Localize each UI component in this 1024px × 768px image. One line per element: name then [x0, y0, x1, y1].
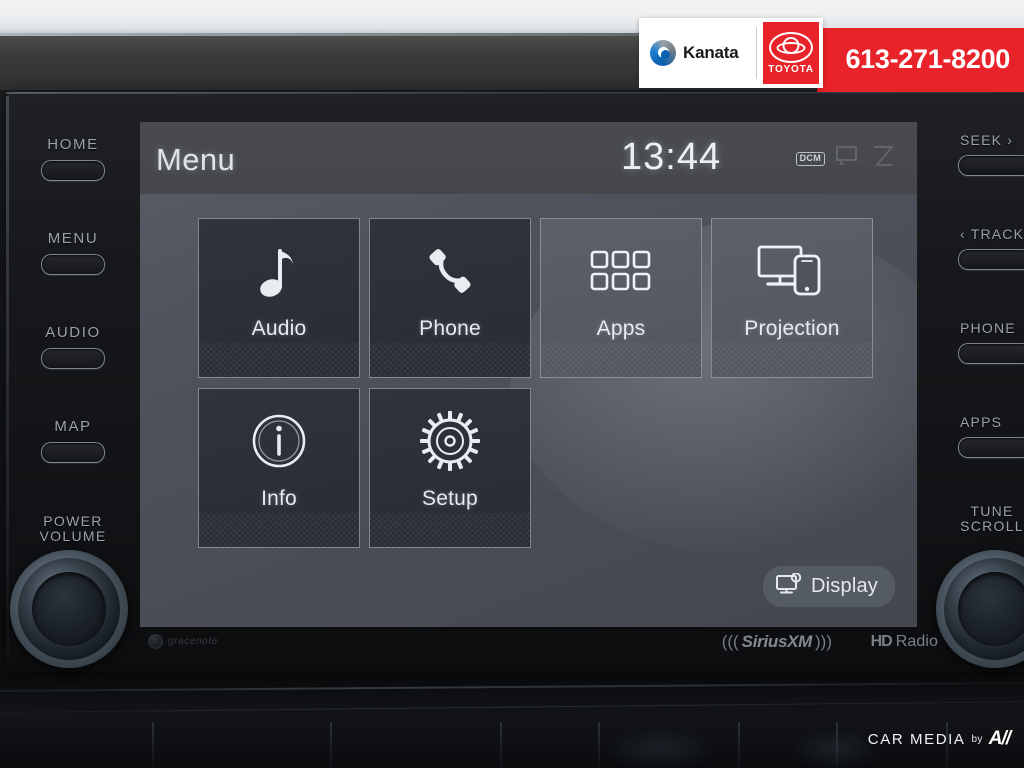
- dealer-name: Kanata: [683, 43, 739, 62]
- tile-label: Audio: [251, 317, 307, 340]
- tile-info[interactable]: Info: [198, 388, 360, 548]
- infotainment-screen[interactable]: Menu 13:44 DCM Audio Phone Apps Projecti…: [140, 122, 917, 627]
- map-button-key[interactable]: [41, 442, 105, 463]
- tile-projection[interactable]: Projection: [711, 218, 873, 378]
- tile-setup[interactable]: Setup: [369, 388, 531, 548]
- menu-button-label: MENU: [47, 230, 99, 247]
- display-button[interactable]: Display: [763, 566, 895, 607]
- gear-icon: [419, 395, 481, 487]
- phone-hard-button-label: PHONE: [960, 320, 1016, 336]
- vent-highlight: [600, 730, 720, 768]
- music-note-icon: [256, 225, 302, 317]
- tile-audio[interactable]: Audio: [198, 218, 360, 378]
- app-grid-icon: [590, 225, 652, 317]
- gracenote-logo: gracenote: [148, 634, 218, 649]
- dealer-logo-card: Kanata TOYOTA: [639, 18, 823, 88]
- toyota-wordmark: TOYOTA: [768, 63, 814, 75]
- watermark-mark: A//: [988, 728, 1011, 749]
- monitor-phone-icon: [756, 225, 828, 317]
- scroll-label: SCROLL: [960, 518, 1024, 534]
- phone-hard-button[interactable]: PHONE: [956, 320, 1024, 364]
- audio-brand-row: gracenote ((( SiriusXM ))) HD Radio: [148, 630, 938, 662]
- menu-button-key[interactable]: [41, 254, 105, 275]
- info-circle-icon: [249, 395, 309, 487]
- phone-handset-icon: [421, 225, 479, 317]
- hd-radio-label: Radio: [895, 633, 938, 650]
- menu-button[interactable]: MENU: [14, 230, 132, 275]
- display-settings-icon: [776, 572, 802, 600]
- audio-button[interactable]: AUDIO: [14, 324, 132, 369]
- screen-content-area: Audio Phone Apps Projection Info Setup D…: [140, 194, 917, 627]
- power-volume-label: POWER VOLUME: [14, 514, 132, 544]
- dealer-phone-number: 613-271-8200: [845, 44, 1010, 74]
- logo-divider: [756, 27, 757, 79]
- watermark-text: CAR MEDIA: [867, 730, 966, 748]
- traffic-icon: [835, 145, 861, 172]
- siriusxm-label: SiriusXM: [741, 632, 813, 651]
- map-button-label: MAP: [54, 418, 92, 435]
- track-button-label: ‹ TRACK: [960, 226, 1024, 242]
- vent-slat: [500, 722, 502, 768]
- home-button-key[interactable]: [41, 160, 105, 181]
- tune-scroll-label: TUNE SCROLL: [952, 504, 1024, 534]
- track-button[interactable]: ‹ TRACK: [956, 226, 1024, 270]
- hd-radio-mark: HD: [870, 633, 893, 650]
- volume-label: VOLUME: [39, 528, 107, 544]
- apps-hard-button-label: APPS: [960, 414, 1003, 430]
- gracenote-label: gracenote: [168, 636, 218, 647]
- clock: 13:44: [621, 136, 722, 178]
- toyota-oval-logo-icon: [769, 31, 813, 63]
- phone-hard-button-key[interactable]: [958, 343, 1024, 364]
- menu-tile-grid: Audio Phone Apps Projection Info Setup: [198, 218, 882, 550]
- map-button[interactable]: MAP: [14, 418, 132, 463]
- seek-button-label: SEEK ›: [960, 132, 1014, 148]
- apps-hard-button[interactable]: APPS: [956, 414, 1024, 458]
- vent-slat: [598, 722, 600, 768]
- tile-phone[interactable]: Phone: [369, 218, 531, 378]
- vent-slat: [152, 722, 154, 768]
- home-button-label: HOME: [47, 136, 99, 153]
- tile-apps[interactable]: Apps: [540, 218, 702, 378]
- seek-button-key[interactable]: [958, 155, 1024, 176]
- car-interior-scene: Menu 13:44 DCM Audio Phone Apps Projecti…: [0, 0, 1024, 768]
- car-media-watermark: CAR MEDIA by A//: [867, 728, 1011, 750]
- tile-label: Phone: [419, 317, 481, 340]
- vent-slat: [738, 722, 740, 768]
- display-button-label: Display: [811, 575, 878, 597]
- audio-button-key[interactable]: [41, 348, 105, 369]
- power-label: POWER: [43, 513, 103, 529]
- siriusxm-wave-left-icon: (((: [721, 632, 739, 651]
- vent-highlight: [790, 730, 880, 768]
- siriusxm-wave-right-icon: ))): [815, 632, 832, 651]
- siriusxm-logo: ((( SiriusXM ))): [722, 632, 832, 652]
- tile-label: Setup: [422, 487, 478, 510]
- track-button-key[interactable]: [958, 249, 1024, 270]
- hd-radio-logo: HD Radio: [871, 633, 938, 651]
- page-title: Menu: [156, 142, 236, 177]
- bezel-left-edge: [6, 96, 9, 656]
- seek-button[interactable]: SEEK ›: [956, 132, 1024, 176]
- apps-hard-button-key[interactable]: [958, 437, 1024, 458]
- gracenote-icon: [148, 634, 163, 649]
- watermark-by: by: [971, 733, 983, 745]
- bezel-top-edge: [6, 92, 1024, 94]
- dcm-badge: DCM: [795, 151, 825, 166]
- home-button[interactable]: HOME: [14, 136, 132, 181]
- toyota-brand-block: TOYOTA: [763, 22, 819, 84]
- signal-icon: [871, 144, 895, 173]
- kanata-swirl-logo-icon: [650, 40, 676, 66]
- power-volume-knob[interactable]: [10, 550, 128, 668]
- screen-header-bar: Menu 13:44 DCM: [140, 122, 917, 194]
- tile-label: Apps: [596, 317, 646, 340]
- tile-label: Info: [261, 487, 297, 510]
- dealer-banner: 613-271-8200: [817, 28, 1024, 92]
- status-icon-group: DCM: [795, 144, 895, 173]
- tune-label: TUNE: [970, 503, 1014, 519]
- tile-label: Projection: [744, 317, 840, 340]
- vent-slat: [330, 722, 332, 768]
- dealer-name-block: Kanata: [639, 40, 756, 66]
- audio-button-label: AUDIO: [45, 324, 101, 341]
